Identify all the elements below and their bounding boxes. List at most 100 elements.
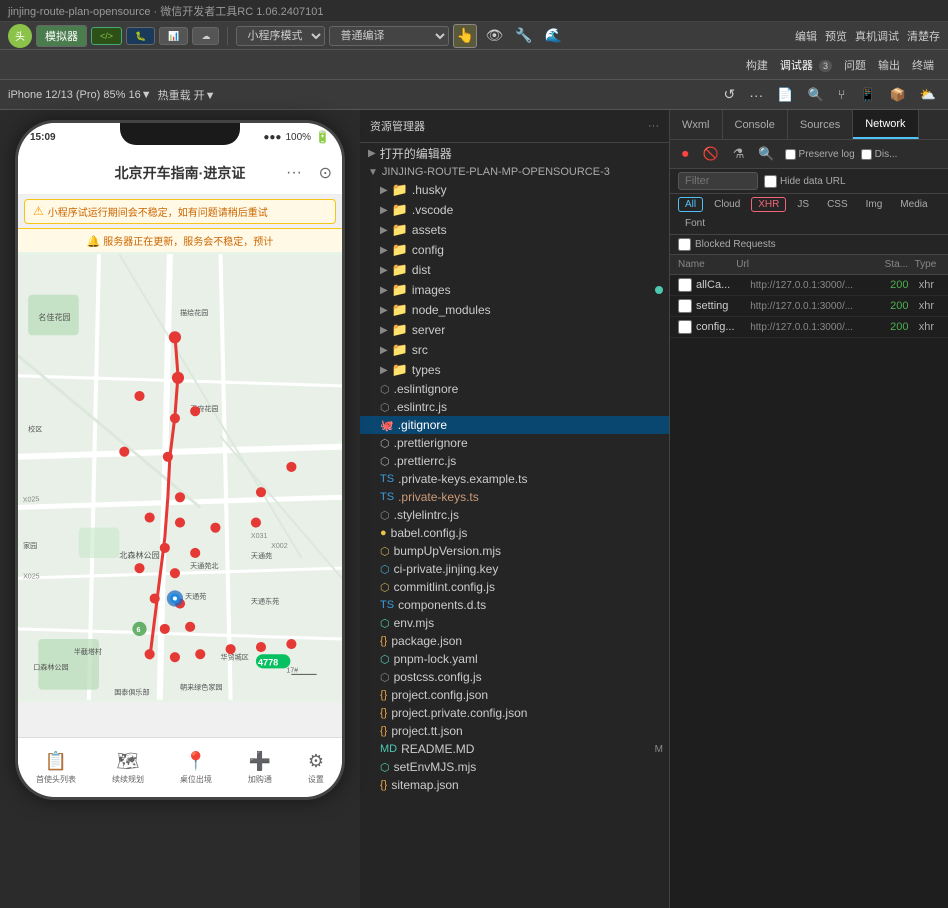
row1-checkbox[interactable] [678, 278, 692, 292]
filter-img-btn[interactable]: Img [859, 197, 890, 212]
folder-src[interactable]: ▶📁 src [360, 340, 669, 360]
file-components[interactable]: TS components.d.ts [360, 596, 669, 614]
mode-select[interactable]: 小程序模式 [236, 26, 325, 46]
file-babel[interactable]: ● babel.config.js [360, 524, 669, 542]
hide-data-url-checkbox[interactable] [764, 175, 777, 188]
filter-xhr-btn[interactable]: XHR [751, 197, 786, 212]
file-ci-private[interactable]: ⬡ ci-private.jinjing.key [360, 560, 669, 578]
file-sitemap[interactable]: {} sitemap.json [360, 776, 669, 794]
search-btn[interactable]: 🔍 [754, 144, 778, 164]
folder-assets-label: assets [412, 223, 447, 237]
network-row-config[interactable]: config... http://127.0.0.1:3000/... 200 … [670, 317, 948, 338]
device2-icon-btn[interactable]: 📱 [855, 84, 879, 105]
avatar[interactable]: 头 [8, 24, 32, 48]
phone-nav-item-add[interactable]: ➕ 加购通 [248, 751, 272, 785]
phone-map[interactable]: 名佳花园 王府花园 校区 家园 口森林公园 描绘花园 半截塔村 北森林公园 天通… [18, 252, 342, 702]
file-panel-menu[interactable]: ··· [648, 120, 659, 132]
issues-tab[interactable]: 问题 [838, 55, 872, 75]
sources-tab[interactable]: Sources [788, 110, 853, 139]
phone-nav-item-map[interactable]: 🗺 续续规划 [112, 751, 144, 785]
branch-icon-btn[interactable]: ⑂ [834, 84, 850, 105]
phone-nav-item-location[interactable]: 📍 桌位出境 [180, 751, 212, 785]
network-tab[interactable]: Network [853, 110, 918, 139]
refresh-btn[interactable]: ↺ [720, 84, 740, 105]
search-icon-btn[interactable]: 🔍 [803, 84, 827, 105]
file-postcss[interactable]: ⬡ postcss.config.js [360, 668, 669, 686]
phone-nav-item-list[interactable]: 📋 首使头列表 [36, 751, 76, 785]
visualize-btn[interactable]: 📊 [159, 27, 188, 45]
folder-images[interactable]: ▶📁 images [360, 280, 669, 300]
row2-checkbox[interactable] [678, 299, 692, 313]
file-package[interactable]: {} package.json [360, 632, 669, 650]
folder-types[interactable]: ▶📁 types [360, 360, 669, 380]
open-editors-section[interactable]: ▶ 打开的编辑器 [360, 143, 669, 164]
filter-media-btn[interactable]: Media [893, 197, 934, 212]
folder-node-modules[interactable]: ▶📁 node_modules [360, 300, 669, 320]
folder-assets[interactable]: ▶📁 assets [360, 220, 669, 240]
phone-header-target-icon[interactable]: ⊙ [319, 163, 332, 183]
file-private-keys[interactable]: TS .private-keys.ts [360, 488, 669, 506]
folder-vscode[interactable]: ▶📁 .vscode [360, 200, 669, 220]
file-project-private[interactable]: {} project.private.config.json [360, 704, 669, 722]
file-gitignore[interactable]: 🐙 .gitignore [360, 416, 669, 434]
clear-btn[interactable]: 🚫 [699, 144, 723, 164]
file-project-tt[interactable]: {} project.tt.json [360, 722, 669, 740]
output-tab[interactable]: 输出 [872, 55, 906, 75]
row3-checkbox[interactable] [678, 320, 692, 334]
box-icon-btn[interactable]: 📦 [886, 84, 910, 105]
phone-nav-item-settings[interactable]: ⚙ 设置 [308, 751, 324, 785]
wxml-tab[interactable]: Wxml [670, 110, 723, 139]
file-prettierrc[interactable]: ⬡ .prettierrc.js [360, 452, 669, 470]
terminal-tab[interactable]: 终端 [906, 55, 940, 75]
filter-css-btn[interactable]: CSS [820, 197, 855, 212]
filter-toggle-btn[interactable]: ⚗ [729, 144, 749, 164]
file-prettierignore[interactable]: ⬡ .prettierignore [360, 434, 669, 452]
file-bumpup[interactable]: ⬡ bumpUpVersion.mjs [360, 542, 669, 560]
console-tab[interactable]: Console [723, 110, 788, 139]
preserve-log-checkbox[interactable] [785, 149, 796, 160]
folder-server[interactable]: ▶📁 server [360, 320, 669, 340]
file-project-config[interactable]: {} project.config.json [360, 686, 669, 704]
filter-font-btn[interactable]: Font [678, 216, 712, 231]
network-filter-input[interactable] [678, 172, 758, 190]
folder-husky[interactable]: ▶📁 .husky [360, 180, 669, 200]
project-root[interactable]: ▼ JINJING-ROUTE-PLAN-MP-OPENSOURCE-3 [360, 164, 669, 180]
network-row-setting[interactable]: setting http://127.0.0.1:3000/... 200 xh… [670, 296, 948, 317]
page-icon-btn[interactable]: 📄 [773, 84, 797, 105]
folder-config[interactable]: ▶📁 config [360, 240, 669, 260]
file-readme[interactable]: MD README.MD M [360, 740, 669, 758]
more-btn[interactable]: ··· [745, 84, 767, 105]
file-pnpm[interactable]: ⬡ pnpm-lock.yaml [360, 650, 669, 668]
network-row-allca[interactable]: allCa... http://127.0.0.1:3000/... 200 x… [670, 275, 948, 296]
file-eslintrc[interactable]: ⬡ .eslintrc.js [360, 398, 669, 416]
compile-select[interactable]: 普通编译 [329, 26, 449, 46]
phone-header-dots[interactable]: ··· [286, 164, 302, 182]
file-commitlint[interactable]: ⬡ commitlint.config.js [360, 578, 669, 596]
debug-icon-btn[interactable]: 🔧 [511, 25, 536, 46]
build-tab[interactable]: 构建 [740, 55, 774, 75]
network-table[interactable]: Name Url Sta... Type allCa... http://127… [670, 255, 948, 908]
record-btn[interactable]: ⏺ [678, 144, 693, 164]
simulate-btn[interactable]: 模拟器 [36, 25, 87, 47]
filter-cloud-btn[interactable]: Cloud [707, 197, 747, 212]
file-eslintignore[interactable]: ⬡ .eslintignore [360, 380, 669, 398]
cloud-btn[interactable]: ☁ [192, 27, 219, 45]
filter-js-btn[interactable]: JS [790, 197, 816, 212]
debugger-tab[interactable]: 调试器 3 [774, 55, 838, 75]
settings-icon-btn[interactable]: 🌊 [541, 25, 566, 46]
cloud2-icon-btn[interactable]: ⛅ [916, 84, 940, 105]
filter-all-btn[interactable]: All [678, 197, 703, 212]
disable-cache-checkbox[interactable] [861, 149, 872, 160]
nav-label-list: 首使头列表 [36, 774, 76, 785]
file-private-keys-example[interactable]: TS .private-keys.example.ts [360, 470, 669, 488]
svg-text:X025: X025 [23, 495, 40, 504]
file-env[interactable]: ⬡ env.mjs [360, 614, 669, 632]
file-setenv[interactable]: ⬡ setEnvMJS.mjs [360, 758, 669, 776]
preview-icon-btn[interactable]: 👁 [481, 25, 507, 46]
editor-btn[interactable]: </> [91, 27, 122, 45]
file-stylelintrc[interactable]: ⬡ .stylelintrc.js [360, 506, 669, 524]
hot-reload-btn[interactable]: 热重载 开▼ [158, 87, 216, 103]
blocked-requests-checkbox[interactable] [678, 238, 691, 251]
debug-btn[interactable]: 🐛 [126, 27, 155, 45]
folder-dist[interactable]: ▶📁 dist [360, 260, 669, 280]
